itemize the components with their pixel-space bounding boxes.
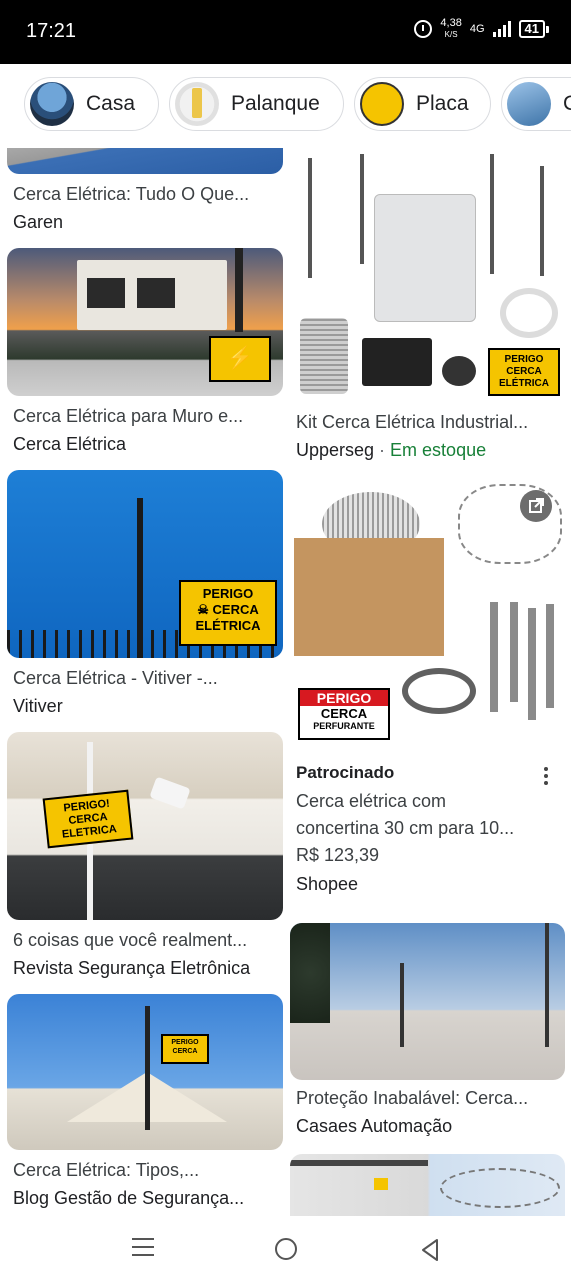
result-title[interactable]: Kit Cerca Elétrica Industrial... (296, 412, 558, 433)
result-source: Blog Gestão de Segurança... (13, 1188, 245, 1208)
result-title-line2[interactable]: concertina 30 cm para 10... (296, 818, 558, 839)
status-icons: 4,38 K/S 4G 41 (414, 18, 549, 40)
result-source-row: Upperseg · Em estoque (296, 440, 558, 461)
chip-placa-thumbnail (360, 82, 404, 126)
result-image-1[interactable] (7, 148, 283, 174)
result-title[interactable]: Cerca Elétrica para Muro e... (13, 406, 275, 427)
back-icon[interactable] (420, 1238, 440, 1267)
result-price: R$ 123,39 (296, 845, 380, 865)
danger-sign: ⚡ (209, 336, 271, 382)
result-title[interactable]: Proteção Inabalável: Cerca... (296, 1088, 558, 1109)
result-title[interactable]: Cerca Elétrica: Tipos,... (13, 1160, 275, 1181)
status-bar: 17:21 4,38 K/S 4G 41 (0, 0, 571, 64)
result-image-9[interactable] (290, 1154, 565, 1216)
result-source: Upperseg (296, 440, 375, 460)
chip-label: C (563, 92, 571, 115)
result-title-line1[interactable]: Cerca elétrica com (296, 791, 558, 812)
chip-palanque[interactable]: Palanque (169, 77, 344, 131)
result-image-2[interactable]: ⚡ (7, 248, 283, 396)
signal-icon (492, 21, 511, 37)
result-source: Vitiver (13, 696, 63, 716)
perigo-sign: PERIGO CERCA ELÉTRICA (488, 348, 560, 396)
system-nav-bar (0, 1216, 571, 1280)
alarm-icon (414, 20, 433, 38)
result-source: Revista Segurança Eletrônica (13, 958, 251, 978)
image-results: Cerca Elétrica: Tudo O Que... Garen ⚡ Ce… (0, 148, 571, 1216)
chip-more-thumbnail (507, 82, 551, 126)
result-title[interactable]: 6 coisas que você realment... (13, 930, 275, 951)
result-source: Cerca Elétrica (13, 434, 127, 454)
home-icon[interactable] (275, 1238, 297, 1260)
chip-placa[interactable]: Placa (354, 77, 491, 131)
source-separator: · (374, 440, 391, 460)
result-image-7[interactable] (290, 923, 565, 1080)
result-image-3[interactable]: PERIGO CERCA ELÉTRICA (290, 148, 565, 402)
perigo-sign: PERIGO CERCA PERFURANTE (298, 688, 390, 740)
speed-unit: K/S (444, 30, 458, 39)
result-source: Garen (13, 212, 64, 232)
chip-more[interactable]: C (501, 77, 571, 131)
perigo-sign: PERIGO CERCA (161, 1034, 209, 1064)
battery-level: 41 (518, 20, 545, 38)
chip-label: Casa (86, 92, 136, 115)
in-stock-label: Em estoque (390, 440, 487, 460)
filter-chips: Casa Palanque Placa C (0, 64, 571, 148)
network-type: 4G (469, 22, 485, 35)
result-image-4[interactable]: PERIGO ☠ CERCA ELÉTRICA (7, 470, 283, 658)
chip-label: Placa (416, 92, 469, 115)
speed-value: 4,38 (440, 17, 462, 29)
result-image-5[interactable]: PERIGO CERCA PERFURANTE (290, 478, 565, 748)
result-image-6[interactable]: PERIGO! CERCA ELETRICA (7, 732, 283, 920)
result-title[interactable]: Cerca Elétrica - Vitiver -... (13, 668, 275, 689)
perigo-sign: PERIGO ☠ CERCA ELÉTRICA (179, 580, 277, 646)
network-speed: 4,38 K/S (440, 18, 461, 40)
more-vert-icon[interactable] (544, 764, 550, 788)
chip-label: Palanque (231, 92, 320, 115)
result-image-8[interactable]: PERIGO CERCA (7, 994, 283, 1150)
chip-casa-thumbnail (30, 82, 74, 126)
result-source: Casaes Automação (296, 1116, 453, 1136)
result-title[interactable]: Cerca Elétrica: Tudo O Que... (13, 184, 275, 205)
open-external-icon[interactable] (520, 490, 552, 522)
result-source: Shopee (296, 874, 359, 894)
chip-palanque-thumbnail (175, 82, 219, 126)
battery-icon: 41 (518, 20, 549, 38)
chip-casa[interactable]: Casa (24, 77, 159, 131)
recents-icon[interactable] (132, 1238, 154, 1262)
sponsored-label: Patrocinado (296, 763, 395, 782)
status-time: 17:21 (26, 20, 77, 42)
perigo-sign: PERIGO! CERCA ELETRICA (42, 789, 134, 849)
